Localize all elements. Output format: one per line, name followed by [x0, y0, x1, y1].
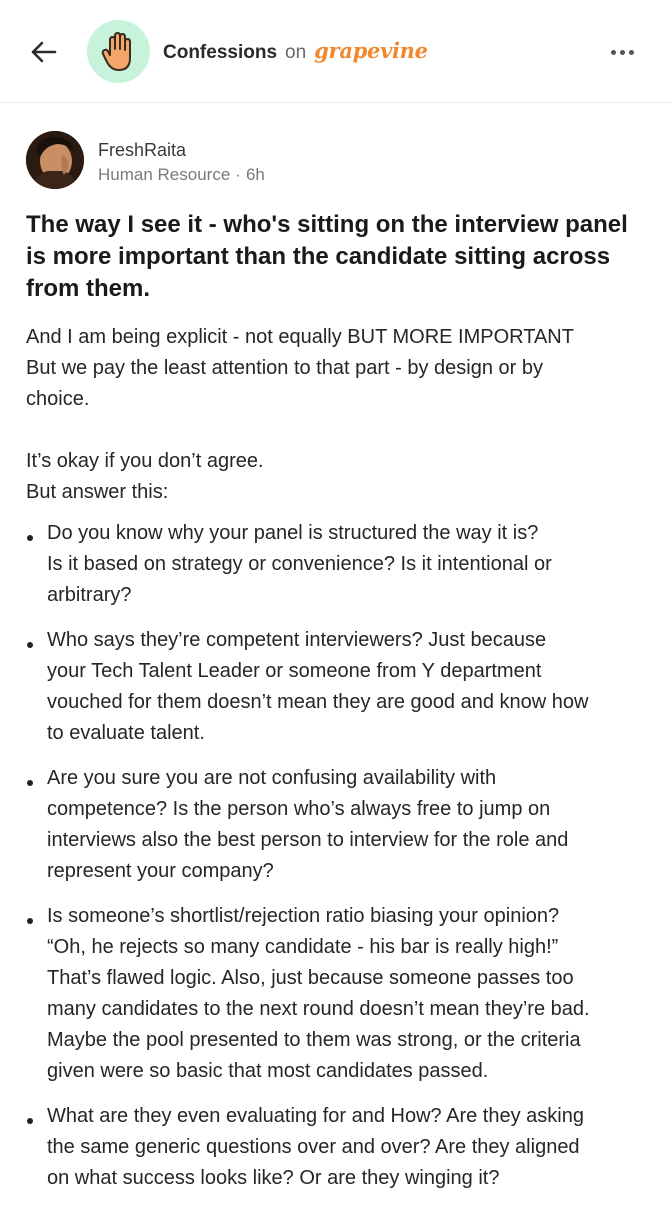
- avatar[interactable]: [26, 131, 84, 189]
- post-title: The way I see it - who's sitting on the …: [26, 211, 628, 302]
- author-meta: Human Resource · 6h: [98, 165, 265, 185]
- title-connector: on: [285, 42, 307, 63]
- more-horizontal-icon: [610, 49, 616, 55]
- post-time: 6h: [245, 165, 265, 184]
- community-logo[interactable]: [87, 20, 150, 83]
- list-item: Are you sure you are not confusing avail…: [26, 763, 658, 887]
- community-title[interactable]: Confessions on grapevine: [163, 38, 428, 66]
- top-bar: Confessions on grapevine: [0, 0, 672, 103]
- intro-line: It’s okay if you don’t agree.: [26, 450, 264, 472]
- brand-logo: grapevine: [314, 38, 428, 63]
- intro-line: But answer this:: [26, 481, 169, 503]
- arrow-left-icon: [31, 41, 57, 63]
- post-intro: And I am being explicit - not equally BU…: [26, 322, 656, 415]
- back-button[interactable]: [26, 34, 62, 70]
- question-list: Do you know why your panel is structured…: [26, 518, 658, 1208]
- list-item: Do you know why your panel is structured…: [26, 518, 658, 611]
- list-item: What are they even evaluating for and Ho…: [26, 1101, 658, 1194]
- author-department: Human Resource: [98, 165, 231, 184]
- list-item: Who says they’re competent interviewers?…: [26, 625, 658, 749]
- community-name: Confessions: [163, 42, 278, 63]
- intro-line: And I am being explicit - not equally BU…: [26, 326, 574, 348]
- post-author: FreshRaita Human Resource · 6h: [26, 131, 646, 193]
- list-item: Is someone’s shortlist/rejection ratio b…: [26, 901, 658, 1087]
- raised-hand-icon: [101, 31, 131, 71]
- meta-separator: ·: [235, 165, 241, 184]
- intro-line: But we pay the least attention to that p…: [26, 357, 543, 379]
- intro-line: choice.: [26, 388, 90, 410]
- post-intro-question: It’s okay if you don’t agree. But answer…: [26, 446, 656, 508]
- more-options-button[interactable]: [602, 38, 642, 66]
- author-name[interactable]: FreshRaita: [98, 140, 186, 161]
